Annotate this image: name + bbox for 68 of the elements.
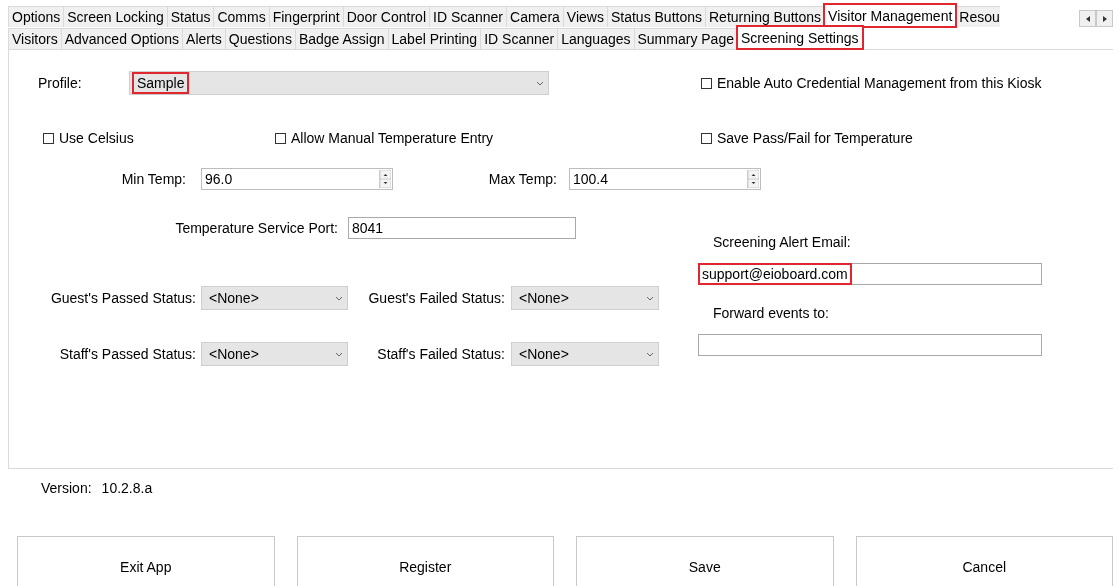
spinner-arrows-icon (379, 170, 391, 188)
tab[interactable]: Resou (955, 6, 1000, 27)
field-label: Max Temp: (487, 171, 557, 187)
dropdown[interactable]: <None> (201, 342, 348, 366)
field-label: Min Temp: (120, 171, 186, 187)
number-spinner[interactable]: 96.0 (201, 168, 393, 190)
tab[interactable]: Returning Buttons (705, 6, 826, 27)
scroll-left-button[interactable] (1079, 10, 1096, 27)
dropdown[interactable]: <None> (511, 286, 659, 310)
checkbox[interactable] (701, 132, 712, 144)
tab[interactable]: Camera (506, 6, 564, 27)
tab[interactable]: Views (562, 6, 608, 27)
checkbox[interactable] (275, 132, 286, 144)
number-spinner[interactable]: 100.4 (569, 168, 761, 190)
checkbox-label: Save Pass/Fail for Temperature (717, 130, 913, 146)
field-label: Profile: (38, 75, 83, 91)
tab[interactable]: Badge Assign (294, 28, 389, 49)
tab[interactable]: Screening Settings (737, 26, 863, 49)
checkbox-label: Use Celsius (59, 130, 134, 146)
field-label: Staff's Passed Status: (58, 346, 196, 362)
dropdown[interactable]: <None> (201, 286, 348, 310)
tab[interactable]: ID Scanner (480, 28, 559, 49)
tab[interactable]: Visitors (8, 28, 62, 49)
tab[interactable]: Status (166, 6, 215, 27)
version-number: 10.2.8.a (101, 480, 153, 498)
tab[interactable]: ID Scanner (429, 6, 508, 27)
dropdown[interactable]: <None> (511, 342, 659, 366)
forward-events-field[interactable] (698, 334, 1042, 356)
action-button[interactable]: Exit App (17, 536, 275, 586)
chevron-down-icon (536, 80, 544, 86)
version-label: Version: (41, 480, 92, 498)
chevron-down-icon (646, 351, 654, 357)
checkbox[interactable] (701, 77, 712, 89)
tab[interactable]: Advanced Options (60, 28, 184, 49)
tab[interactable]: Alerts (182, 28, 226, 49)
tab[interactable]: Summary Page (633, 28, 738, 49)
field-label: Temperature Service Port: (174, 220, 338, 236)
field-label: Forward events to: (713, 305, 830, 321)
tab[interactable]: Door Control (342, 6, 430, 27)
tab[interactable]: Label Printing (387, 28, 482, 49)
tab[interactable]: Status Buttons (606, 6, 706, 27)
tab[interactable]: Fingerprint (268, 6, 344, 27)
chevron-down-icon (335, 351, 343, 357)
tab[interactable]: Comms (213, 6, 270, 27)
checkbox-label: Enable Auto Credential Management from this Kiosk (717, 75, 1042, 91)
field-label: Screening Alert Email: (713, 234, 852, 250)
right-triangle-icon (1102, 15, 1107, 22)
chevron-down-icon (335, 295, 343, 301)
scroll-right-button[interactable] (1096, 10, 1113, 27)
tab[interactable]: Visitor Management (824, 4, 957, 27)
chevron-down-icon (646, 295, 654, 301)
left-triangle-icon (1085, 15, 1090, 22)
tab[interactable]: Options (8, 6, 65, 27)
action-button[interactable]: Save (576, 536, 834, 586)
field-label: Guest's Failed Status: (367, 290, 505, 306)
email-field[interactable]: support@eioboard.com (698, 263, 1042, 285)
field-label: Guest's Passed Status: (49, 290, 196, 306)
port-field[interactable]: 8041 (348, 217, 576, 239)
action-button[interactable]: Cancel (855, 536, 1113, 586)
checkbox[interactable] (43, 132, 54, 144)
tab[interactable]: Languages (557, 28, 635, 49)
field-label: Staff's Failed Status: (376, 346, 505, 362)
tab[interactable]: Questions (224, 28, 296, 49)
spinner-arrows-icon (747, 170, 759, 188)
tab[interactable]: Screen Locking (63, 6, 168, 27)
checkbox-label: Allow Manual Temperature Entry (291, 130, 494, 146)
dropdown[interactable]: Sample (129, 71, 549, 95)
action-button[interactable]: Register (296, 536, 554, 586)
